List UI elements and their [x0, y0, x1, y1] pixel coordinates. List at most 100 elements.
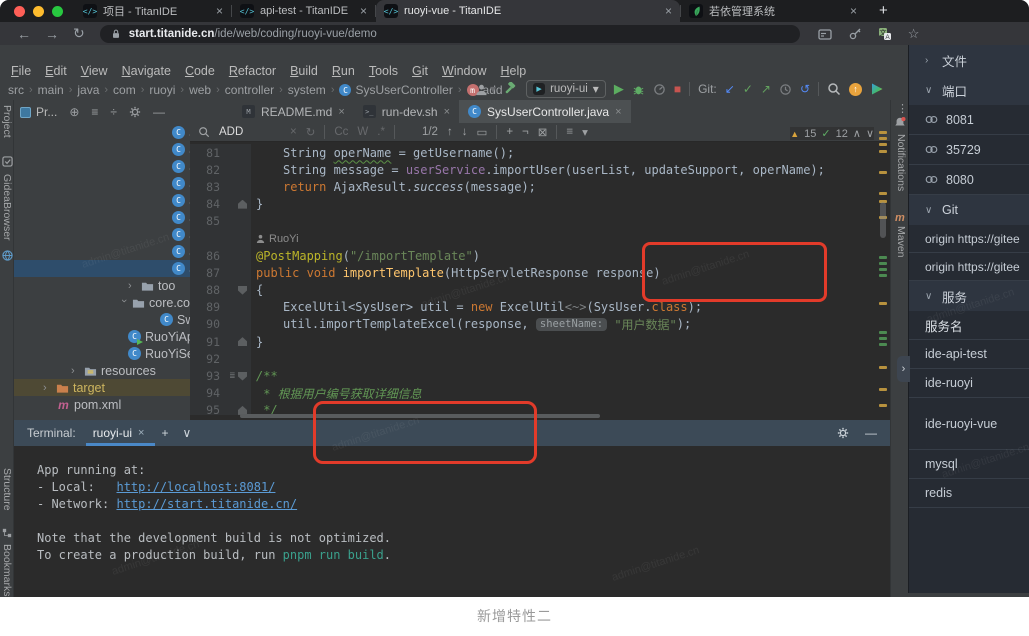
new-tab-button[interactable]: +	[879, 2, 888, 20]
service-item[interactable]: ide-ruoyi	[909, 369, 1029, 398]
search-everywhere-icon[interactable]	[827, 82, 841, 96]
add-occurrence-icon[interactable]: +	[506, 126, 513, 138]
code-line[interactable]: 82String message = userService.importUse…	[190, 161, 890, 178]
filter-dropdown-icon[interactable]: ▾	[582, 125, 588, 139]
profiler-icon[interactable]	[653, 83, 666, 96]
service-item[interactable]: ide-ruoyi-vue	[909, 398, 1029, 450]
tree-item-too[interactable]: ›too	[14, 277, 190, 294]
hide-panel-icon[interactable]: —	[153, 105, 165, 119]
tree-item-Swa[interactable]: CSwa	[14, 311, 190, 328]
git-remote-item[interactable]: origin https://gitee	[909, 253, 1029, 281]
menu-item-build[interactable]: Build	[283, 64, 325, 78]
chevron-right-icon[interactable]: ›	[128, 280, 137, 292]
card-icon[interactable]	[818, 27, 832, 41]
close-window-button[interactable]	[14, 6, 25, 17]
close-tab-icon[interactable]: ×	[665, 4, 672, 18]
bookmark-star-icon[interactable]: ☆	[908, 26, 920, 42]
breadcrumb-item[interactable]: java	[77, 83, 99, 97]
run-button[interactable]: ▶	[614, 81, 624, 97]
tree-item-S[interactable]: CS	[14, 175, 190, 192]
menu-item-view[interactable]: View	[74, 64, 115, 78]
git-update-icon[interactable]: ↙	[725, 82, 735, 96]
close-tab-icon[interactable]: ×	[360, 4, 367, 18]
toolwindow-maven[interactable]: Maven	[895, 226, 907, 258]
tree-item-pom.xml[interactable]: mpom.xml	[14, 396, 190, 413]
browser-tab[interactable]: 若依管理系统×	[681, 0, 865, 22]
toolwindow-gideabrowser[interactable]: GideaBrowser	[1, 174, 13, 241]
match-case-toggle[interactable]: Cc	[334, 126, 348, 138]
minimize-window-button[interactable]	[33, 6, 44, 17]
menu-item-tools[interactable]: Tools	[362, 64, 405, 78]
close-icon[interactable]: ×	[138, 427, 144, 439]
terminal-tab[interactable]: ruoyi-ui ×	[90, 420, 148, 446]
expand-icon[interactable]: ÷	[110, 105, 117, 119]
code-line[interactable]: 83return AjaxResult.success(message);	[190, 178, 890, 195]
words-toggle[interactable]: W	[357, 126, 368, 138]
tree-item-RuoYiSer[interactable]: CRuoYiSer	[14, 345, 190, 362]
code-line[interactable]: 85	[190, 213, 890, 230]
find-in-selection-icon[interactable]: ▭	[476, 125, 487, 139]
tree-item-target[interactable]: ›target	[14, 379, 190, 396]
tree-item-S[interactable]: CS	[14, 192, 190, 209]
menu-item-window[interactable]: Window	[435, 64, 493, 78]
prev-occurrence-icon[interactable]: ↑	[447, 126, 453, 138]
close-tab-icon[interactable]: ×	[615, 106, 621, 118]
toolwindow-structure[interactable]: Structure	[1, 468, 13, 511]
breadcrumb-item[interactable]: com	[113, 83, 136, 97]
browser-tab[interactable]: </>项目 - TitanIDE×	[75, 0, 231, 22]
sidebar-collapse-handle[interactable]: ›	[897, 356, 910, 382]
locate-file-icon[interactable]: ⊕	[69, 105, 79, 119]
breadcrumb-item[interactable]: controller	[225, 83, 274, 97]
more-icon[interactable]: ⋮	[897, 102, 908, 115]
history-clock-icon[interactable]	[779, 83, 792, 96]
toolwindow-notifications[interactable]: Notifications	[895, 134, 907, 191]
next-problem-icon[interactable]: ∨	[866, 127, 874, 140]
git-push-icon[interactable]: ↗	[761, 82, 771, 96]
menu-item-run[interactable]: Run	[325, 64, 362, 78]
editor-tab[interactable]: MREADME.md×	[233, 100, 354, 123]
menu-item-navigate[interactable]: Navigate	[115, 64, 178, 78]
new-terminal-icon[interactable]: +	[161, 426, 168, 440]
chevron-right-icon[interactable]: ›	[43, 382, 52, 394]
address-bar[interactable]: start.titanide.cn/ide/web/coding/ruoyi-v…	[100, 25, 800, 43]
breadcrumb-item[interactable]: CSysUserController	[339, 83, 452, 97]
sidebar-section-Git[interactable]: ∨Git	[909, 195, 1029, 225]
vertical-scrollbar[interactable]	[880, 202, 886, 238]
back-icon[interactable]: ←	[17, 26, 31, 42]
close-tab-icon[interactable]: ×	[850, 4, 857, 18]
menu-item-refactor[interactable]: Refactor	[222, 64, 283, 78]
select-all-occurrences-icon[interactable]: ⊠	[538, 125, 548, 139]
code-line[interactable]: 92	[190, 350, 890, 367]
menu-item-code[interactable]: Code	[178, 64, 222, 78]
update-available-icon[interactable]: ↑	[849, 83, 862, 96]
service-item[interactable]: ide-api-test	[909, 340, 1029, 369]
run-configuration-select[interactable]: ▶ ruoyi-ui ▾	[526, 80, 606, 98]
prev-problem-icon[interactable]: ∧	[853, 127, 861, 140]
regex-toggle[interactable]: .*	[377, 126, 385, 138]
commit-icon[interactable]	[2, 156, 13, 167]
tree-item-S[interactable]: CS	[14, 209, 190, 226]
remove-occurrence-icon[interactable]: ¬	[522, 126, 529, 138]
fold-marker-icon[interactable]	[238, 286, 247, 295]
close-tab-icon[interactable]: ×	[338, 106, 344, 118]
browser-tab[interactable]: </>api-test - TitanIDE×	[232, 0, 375, 22]
error-stripe[interactable]	[879, 126, 888, 414]
stop-button[interactable]: ■	[674, 82, 681, 96]
forward-icon[interactable]: →	[45, 26, 59, 42]
sidebar-section-文件[interactable]: ›文件	[909, 45, 1029, 75]
gear-icon[interactable]	[129, 106, 141, 118]
gear-icon[interactable]	[837, 427, 849, 439]
terminal-link[interactable]: http://start.titanide.cn/	[116, 497, 297, 511]
menu-item-git[interactable]: Git	[405, 64, 435, 78]
tree-item-RuoYiApp[interactable]: CRuoYiApp	[14, 328, 190, 345]
hide-terminal-icon[interactable]: —	[865, 426, 877, 440]
next-occurrence-icon[interactable]: ↓	[462, 126, 468, 138]
port-item[interactable]: 35729	[909, 135, 1029, 165]
clear-search-icon[interactable]: ×	[290, 126, 297, 138]
fold-marker-icon[interactable]	[238, 372, 247, 381]
toolwindow-bookmarks[interactable]: Bookmarks	[1, 544, 13, 597]
translate-icon[interactable]: 文A	[878, 27, 892, 41]
menu-item-file[interactable]: File	[4, 64, 38, 78]
window-controls[interactable]	[0, 6, 75, 17]
port-item[interactable]: 8081	[909, 105, 1029, 135]
